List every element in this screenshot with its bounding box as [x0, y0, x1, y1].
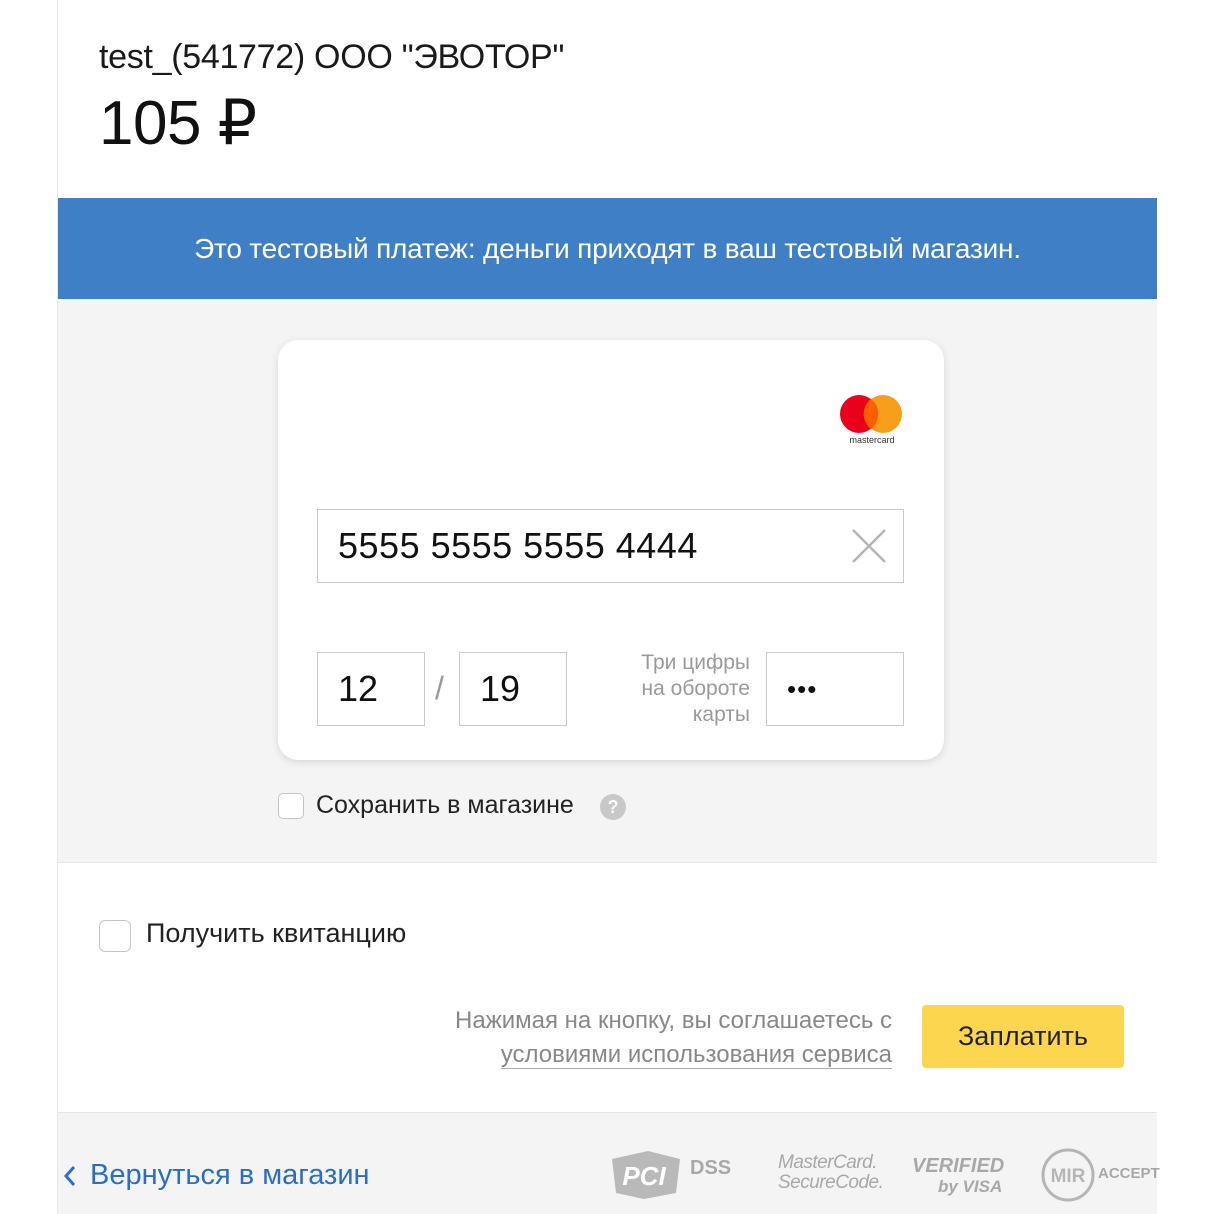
mir-circle-icon: MIR — [1041, 1148, 1095, 1202]
card-number-value: 5555 5555 5555 4444 — [338, 525, 698, 566]
save-card-checkbox[interactable] — [278, 793, 304, 819]
test-payment-banner: Это тестовый платеж: деньги приходят в в… — [58, 198, 1157, 299]
mastercard-logo-icon: mastercard — [840, 395, 902, 445]
expiry-separator: / — [435, 670, 444, 706]
pay-button[interactable]: Заплатить — [922, 1005, 1124, 1068]
chevron-left-icon — [63, 1165, 76, 1186]
clear-icon[interactable] — [849, 526, 889, 566]
payment-amount: 105 ₽ — [99, 89, 257, 158]
merchant-name: test_(541772) ООО "ЭВОТОР" — [99, 38, 565, 76]
mastercard-wordmark: mastercard — [849, 435, 894, 445]
cvc-value: ••• — [787, 673, 818, 704]
cvc-label: Три цифры на обороте карты — [604, 650, 750, 728]
bank-card-form: mastercard 5555 5555 5555 4444 12 / 19 Т… — [278, 340, 944, 760]
cvc-input[interactable]: ••• — [766, 652, 904, 726]
terms-link-row: условиями использования сервиса — [380, 1041, 892, 1069]
pci-dss-text: DSS — [690, 1157, 732, 1179]
verified-by-visa-line2: by VISA — [938, 1177, 1003, 1196]
cvc-label-line: карты — [692, 703, 750, 726]
expiry-year-input[interactable]: 19 — [459, 652, 567, 726]
cvc-label-line: на обороте — [641, 677, 750, 700]
mastercard-securecode-line2: SecureCode. — [778, 1172, 884, 1193]
back-to-shop-link[interactable]: Вернуться в магазин — [58, 1159, 370, 1192]
mastercard-securecode-line1: MasterCard. — [778, 1152, 878, 1173]
payment-page: test_(541772) ООО "ЭВОТОР" 105 ₽ Это тес… — [0, 0, 1214, 1214]
receipt-checkbox[interactable] — [99, 920, 131, 952]
save-card-label[interactable]: Сохранить в магазине — [316, 791, 574, 820]
expiry-month-value: 12 — [338, 668, 379, 709]
receipt-label[interactable]: Получить квитанцию — [146, 918, 406, 949]
card-number-input[interactable]: 5555 5555 5555 4444 — [317, 509, 904, 583]
footer: Вернуться в магазин PCI DSS MasterCard. … — [58, 1112, 1160, 1214]
svg-text:?: ? — [608, 797, 619, 817]
help-icon[interactable]: ? — [599, 793, 627, 821]
terms-text: Нажимая на кнопку, вы соглашаетесь с — [455, 1007, 892, 1034]
verified-by-visa-line1: VERIFIED — [912, 1155, 1005, 1177]
pci-badge-text: PCI — [622, 1161, 666, 1191]
terms-link[interactable]: условиями использования сервиса — [500, 1041, 892, 1069]
back-to-shop-label: Вернуться в магазин — [90, 1159, 370, 1191]
expiry-month-input[interactable]: 12 — [317, 652, 425, 726]
mir-badge-text: MIR — [1051, 1166, 1086, 1187]
cvc-label-line: Три цифры — [641, 651, 750, 674]
expiry-year-value: 19 — [480, 668, 521, 709]
banner-text: Это тестовый платеж: деньги приходят в в… — [194, 232, 1021, 264]
mir-accept-text: ACCEPT — [1098, 1165, 1160, 1182]
pci-shield-icon: PCI — [612, 1151, 680, 1199]
